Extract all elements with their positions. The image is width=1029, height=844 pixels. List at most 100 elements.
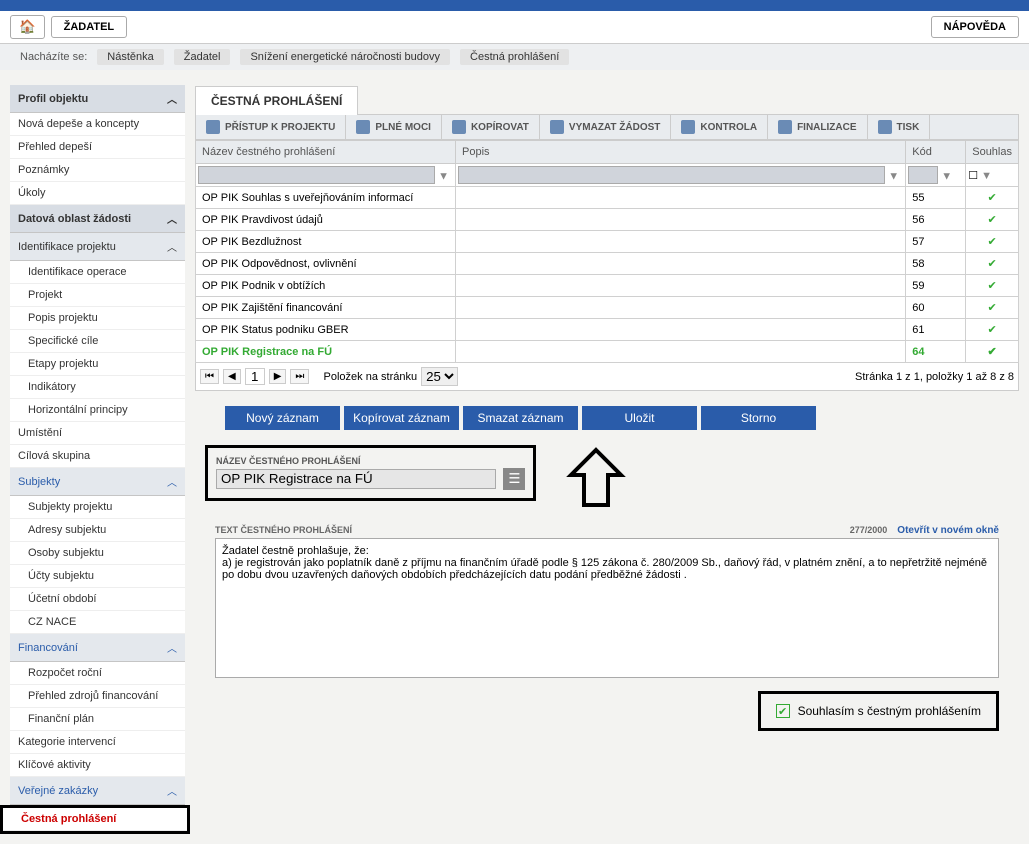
sidebar-section-zakazky[interactable]: Veřejné zakázky︿ bbox=[10, 777, 185, 805]
delete-icon bbox=[550, 120, 564, 134]
filter-icon[interactable]: ▼ bbox=[941, 171, 952, 183]
sidebar-item-cestna-prohlaseni[interactable]: Čestná prohlášení bbox=[3, 808, 187, 831]
sidebar-item-projekt[interactable]: Projekt bbox=[10, 284, 185, 307]
filter-icon[interactable]: ▼ bbox=[981, 170, 992, 182]
sidebar-item-subjekty-projektu[interactable]: Subjekty projektu bbox=[10, 496, 185, 519]
sidebar-item-cilova-skupina[interactable]: Cílová skupina bbox=[10, 445, 185, 468]
sidebar-item-klicove-aktivity[interactable]: Klíčové aktivity bbox=[10, 754, 185, 777]
table-row[interactable]: OP PIK Pravdivost údajů56✔ bbox=[196, 209, 1019, 231]
breadcrumb-item[interactable]: Čestná prohlášení bbox=[460, 49, 569, 65]
ulozit-button[interactable]: Uložit bbox=[582, 406, 697, 430]
sidebar-item-poznamky[interactable]: Poznámky bbox=[10, 159, 185, 182]
sidebar-item-prehled-zdroju[interactable]: Přehled zdrojů financování bbox=[10, 685, 185, 708]
sidebar-item-ucetni-obdobi[interactable]: Účetní období bbox=[10, 588, 185, 611]
tool-kopirovat[interactable]: KOPÍROVAT bbox=[442, 115, 540, 139]
arrow-up-icon bbox=[566, 445, 626, 510]
sidebar-section-profil[interactable]: Profil objektu︿ bbox=[10, 85, 185, 113]
napoveda-button[interactable]: NÁPOVĚDA bbox=[931, 16, 1019, 38]
pager-first[interactable]: ⏮ bbox=[200, 369, 219, 384]
tool-pristup[interactable]: PŘÍSTUP K PROJEKTU bbox=[196, 115, 346, 139]
sidebar-item-ucty[interactable]: Účty subjektu bbox=[10, 565, 185, 588]
table-row[interactable]: OP PIK Status podniku GBER61✔ bbox=[196, 319, 1019, 341]
sidebar-item-financni-plan[interactable]: Finanční plán bbox=[10, 708, 185, 731]
kopirovat-zaznam-button[interactable]: Kopírovat záznam bbox=[344, 406, 459, 430]
col-kod[interactable]: Kód bbox=[906, 141, 966, 164]
breadcrumb-item[interactable]: Nástěnka bbox=[97, 49, 163, 65]
sidebar-item-prehled-depesi[interactable]: Přehled depeší bbox=[10, 136, 185, 159]
tool-kontrola[interactable]: KONTROLA bbox=[671, 115, 768, 139]
home-button[interactable]: 🏠 bbox=[10, 15, 45, 39]
pager-perpage-label: Položek na stránku bbox=[324, 371, 418, 383]
sidebar-item-horizontalni[interactable]: Horizontální principy bbox=[10, 399, 185, 422]
tool-vymazat[interactable]: VYMAZAT ŽÁDOST bbox=[540, 115, 671, 139]
check-icon: ✔ bbox=[966, 231, 1019, 253]
filter-souhlas-checkbox[interactable]: ☐ bbox=[968, 170, 978, 182]
agree-checkbox[interactable]: ✔ bbox=[776, 704, 790, 718]
chevron-up-icon: ︿ bbox=[167, 91, 177, 106]
sidebar-item-depese-koncepty[interactable]: Nová depeše a koncepty bbox=[10, 113, 185, 136]
breadcrumb-item[interactable]: Žadatel bbox=[174, 49, 231, 65]
sidebar-item-etapy[interactable]: Etapy projektu bbox=[10, 353, 185, 376]
sidebar-item-adresy[interactable]: Adresy subjektu bbox=[10, 519, 185, 542]
col-souhlas[interactable]: Souhlas bbox=[966, 141, 1019, 164]
col-nazev[interactable]: Název čestného prohlášení bbox=[196, 141, 456, 164]
pager-perpage-select[interactable]: 25 bbox=[421, 367, 458, 386]
table-row[interactable]: OP PIK Odpovědnost, ovlivnění58✔ bbox=[196, 253, 1019, 275]
pager: ⏮ ◀ ▶ ⏭ Položek na stránku 25 Stránka 1 … bbox=[195, 363, 1019, 391]
tab-cestna-prohlaseni: ČESTNÁ PROHLÁŠENÍ bbox=[195, 86, 358, 115]
smazat-zaznam-button[interactable]: Smazat záznam bbox=[463, 406, 578, 430]
tool-plne-moci[interactable]: PLNÉ MOCI bbox=[346, 115, 442, 139]
sidebar-item-specificke-cile[interactable]: Specifické cíle bbox=[10, 330, 185, 353]
agree-box: ✔ Souhlasím s čestným prohlášením bbox=[758, 691, 999, 731]
print-icon bbox=[878, 120, 892, 134]
sidebar-item-ukoly[interactable]: Úkoly bbox=[10, 182, 185, 205]
list-button[interactable]: ☰ bbox=[503, 468, 525, 490]
table-row[interactable]: OP PIK Podnik v obtížích59✔ bbox=[196, 275, 1019, 297]
filter-kod[interactable] bbox=[908, 166, 938, 184]
sidebar-section-subjekty[interactable]: Subjekty︿ bbox=[10, 468, 185, 496]
breadcrumb: Nacházíte se: Nástěnka Žadatel Snížení e… bbox=[0, 44, 1029, 70]
access-icon bbox=[206, 120, 220, 134]
table-row[interactable]: OP PIK Bezdlužnost57✔ bbox=[196, 231, 1019, 253]
sidebar-item-indikatory[interactable]: Indikátory bbox=[10, 376, 185, 399]
pager-info: Stránka 1 z 1, položky 1 až 8 z 8 bbox=[855, 371, 1014, 383]
check-icon: ✔ bbox=[966, 341, 1019, 363]
breadcrumb-item[interactable]: Snížení energetické náročnosti budovy bbox=[240, 49, 450, 65]
sidebar-section-datova[interactable]: Datová oblast žádosti︿ bbox=[10, 205, 185, 233]
chevron-up-icon: ︿ bbox=[167, 474, 177, 489]
filter-icon[interactable]: ▼ bbox=[438, 171, 449, 183]
nazev-input[interactable] bbox=[216, 469, 496, 489]
zadatel-button[interactable]: ŽADATEL bbox=[51, 16, 128, 38]
table-row[interactable]: OP PIK Souhlas s uveřejňováním informací… bbox=[196, 187, 1019, 209]
tool-finalizace[interactable]: FINALIZACE bbox=[768, 115, 867, 139]
agree-label: Souhlasím s čestným prohlášením bbox=[798, 704, 981, 718]
pager-last[interactable]: ⏭ bbox=[290, 369, 309, 384]
sidebar-item-rozpocet[interactable]: Rozpočet roční bbox=[10, 662, 185, 685]
pager-page-input[interactable] bbox=[245, 368, 265, 385]
text-prohlaseni-textarea[interactable]: Žadatel čestně prohlašuje, že: a) je reg… bbox=[215, 538, 999, 678]
pager-next[interactable]: ▶ bbox=[269, 369, 287, 384]
filter-icon[interactable]: ▼ bbox=[888, 171, 899, 183]
sidebar-item-umisteni[interactable]: Umístění bbox=[10, 422, 185, 445]
sidebar-item-osoby[interactable]: Osoby subjektu bbox=[10, 542, 185, 565]
sidebar-item-identifikace-operace[interactable]: Identifikace operace bbox=[10, 261, 185, 284]
filter-popis[interactable] bbox=[458, 166, 885, 184]
sidebar-section-financovani[interactable]: Financování︿ bbox=[10, 634, 185, 662]
sidebar-item-popis-projektu[interactable]: Popis projektu bbox=[10, 307, 185, 330]
copy-icon bbox=[452, 120, 466, 134]
content-area: ČESTNÁ PROHLÁŠENÍ PŘÍSTUP K PROJEKTU PLN… bbox=[195, 70, 1019, 834]
tool-tisk[interactable]: TISK bbox=[868, 115, 931, 139]
table-row[interactable]: OP PIK Zajištění financování60✔ bbox=[196, 297, 1019, 319]
novy-zaznam-button[interactable]: Nový záznam bbox=[225, 406, 340, 430]
sidebar-item-kategorie[interactable]: Kategorie intervencí bbox=[10, 731, 185, 754]
pager-prev[interactable]: ◀ bbox=[223, 369, 241, 384]
filter-nazev[interactable] bbox=[198, 166, 435, 184]
storno-button[interactable]: Storno bbox=[701, 406, 816, 430]
sidebar-item-cznace[interactable]: CZ NACE bbox=[10, 611, 185, 634]
col-popis[interactable]: Popis bbox=[456, 141, 906, 164]
table-row[interactable]: OP PIK Registrace na FÚ64✔ bbox=[196, 341, 1019, 363]
sidebar-section-identifikace[interactable]: Identifikace projektu︿ bbox=[10, 233, 185, 261]
open-new-window[interactable]: Otevřít v novém okně bbox=[897, 525, 999, 536]
nazev-label: NÁZEV ČESTNÉHO PROHLÁŠENÍ bbox=[216, 456, 525, 466]
chevron-up-icon: ︿ bbox=[167, 783, 177, 798]
